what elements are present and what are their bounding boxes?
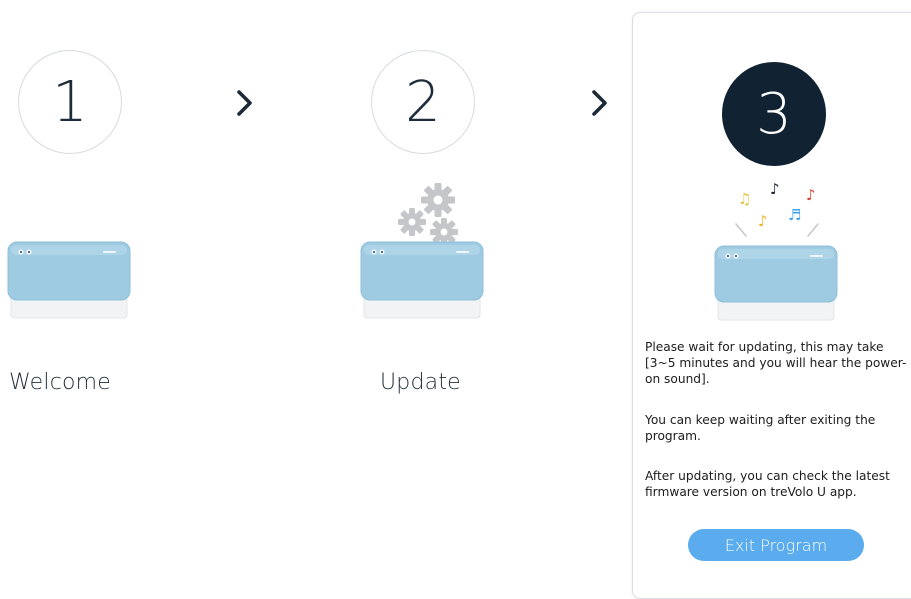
step-2-indicator: 2: [371, 50, 475, 154]
music-notes-icon: ♫ ♪ ♪ ♬ ♪: [735, 180, 819, 237]
exit-program-button[interactable]: Exit Program: [688, 529, 864, 561]
svg-text:♬: ♬: [788, 206, 801, 224]
gears-icon: [398, 183, 458, 246]
speaker-device-icon: [7, 241, 131, 319]
step-1-label: Welcome: [9, 370, 112, 395]
chevron-right-icon: [237, 90, 252, 116]
keep-waiting-message: You can keep waiting after exiting the p…: [645, 413, 876, 443]
chevron-right-icon: [592, 90, 607, 116]
check-version-message: After updating, you can check the latest…: [645, 469, 890, 499]
svg-text:♪: ♪: [770, 180, 780, 198]
update-wait-message: Please wait for updating, this may take …: [645, 340, 907, 386]
step-1-indicator: 1: [18, 50, 122, 154]
step-3-indicator: 3: [722, 62, 826, 166]
speaker-device-icon: [360, 241, 484, 319]
speaker-device-icon: [714, 245, 838, 321]
svg-text:♪: ♪: [806, 186, 816, 204]
step-2-label: Update: [380, 370, 461, 395]
svg-text:♪: ♪: [758, 212, 768, 230]
svg-text:♫: ♫: [738, 190, 751, 208]
